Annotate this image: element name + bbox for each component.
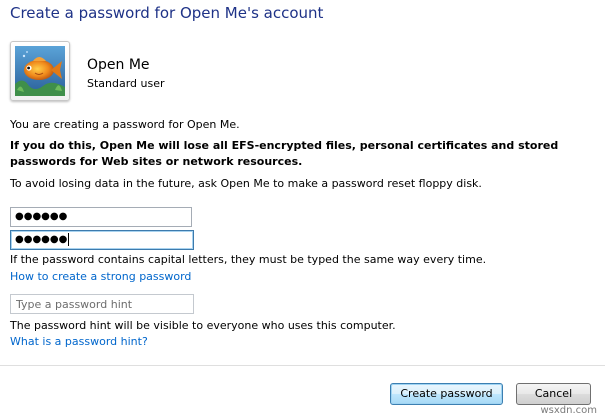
user-avatar (10, 41, 70, 101)
strong-password-link[interactable]: How to create a strong password (10, 270, 191, 283)
new-password-value: ●●●●●● (15, 211, 68, 222)
text-caret (68, 232, 70, 246)
password-hint-input[interactable] (10, 294, 194, 314)
new-password-input[interactable]: ●●●●●● (10, 207, 192, 227)
cancel-button[interactable]: Cancel (516, 383, 591, 405)
page-title: Create a password for Open Me's account (10, 4, 324, 22)
user-name: Open Me (87, 57, 150, 73)
warning-text: If you do this, Open Me will lose all EF… (10, 139, 559, 168)
create-password-button[interactable]: Create password (390, 383, 503, 405)
info-text: You are creating a password for Open Me. (10, 118, 240, 131)
capital-letters-note: If the password contains capital letters… (10, 253, 487, 266)
hint-visibility-note: The password hint will be visible to eve… (10, 319, 396, 332)
watermark: wsxdn.com (540, 405, 597, 416)
user-role: Standard user (87, 77, 165, 90)
confirm-password-input[interactable]: ●●●●●● (10, 230, 194, 250)
advice-text: To avoid losing data in the future, ask … (10, 177, 482, 190)
footer-divider (0, 365, 605, 366)
confirm-password-value: ●●●●●● (15, 234, 68, 245)
what-is-hint-link[interactable]: What is a password hint? (10, 335, 148, 348)
fish-avatar-icon (15, 46, 65, 96)
